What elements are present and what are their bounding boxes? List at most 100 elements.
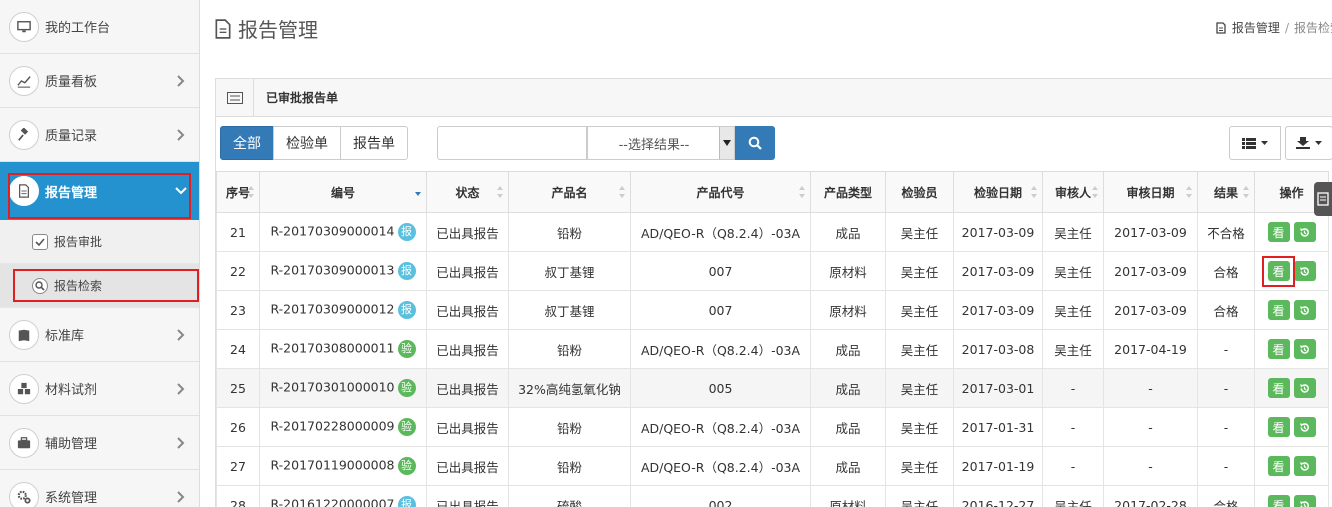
result-select[interactable]: --选择结果-- [587, 126, 735, 160]
breadcrumb-link[interactable]: 报告管理 [1232, 19, 1280, 36]
view-button[interactable]: 看 [1267, 456, 1290, 476]
chevron-right-icon [177, 382, 185, 395]
table-cell-idate: 2017-03-08 [953, 329, 1043, 369]
table-row: 27 R-20170119000008 验已出具报告 铅粉 AD/QEO-R（Q8.2.… [216, 446, 1329, 486]
sidebar-item-quality-board[interactable]: 质量看板 [0, 54, 199, 108]
column-header[interactable]: 产品名 [508, 171, 631, 213]
type-badge: 报 [397, 262, 416, 280]
search-input[interactable] [437, 126, 587, 160]
side-panel-toggle[interactable] [1314, 182, 1332, 216]
sidebar-item-materials[interactable]: 材料试剂 [0, 362, 199, 416]
check-square-icon [32, 233, 48, 250]
column-header[interactable]: 检验员 [885, 171, 954, 213]
search-icon [32, 277, 48, 294]
table-cell-rdate: 2017-03-09 [1103, 251, 1198, 291]
table-cell-ptype: 原材料 [810, 485, 886, 507]
filter-tabs: 全部 检验单 报告单 [220, 126, 408, 162]
table-cell-pcode: 005 [630, 368, 811, 408]
tab-all[interactable]: 全部 [220, 126, 274, 160]
view-button[interactable]: 看 [1267, 300, 1290, 320]
column-header[interactable]: 检验日期 [953, 171, 1043, 213]
breadcrumb: 报告管理 / 报告检索 [1215, 19, 1332, 36]
history-icon[interactable] [1293, 417, 1316, 437]
column-toggle-button[interactable] [1229, 126, 1281, 160]
type-badge: 报 [397, 496, 416, 507]
table-cell-no: 23 [216, 290, 260, 330]
chart-line-icon [9, 65, 39, 96]
monitor-icon [9, 11, 39, 42]
column-header[interactable]: 产品类型 [810, 171, 886, 213]
history-icon[interactable] [1293, 261, 1316, 281]
table-row: 26 R-20170228000009 验已出具报告 铅粉 AD/QEO-R（Q8.2.… [216, 407, 1329, 447]
history-icon[interactable] [1293, 339, 1316, 359]
type-badge: 报 [397, 301, 416, 319]
history-icon[interactable] [1293, 378, 1316, 398]
sort-icon [799, 186, 805, 198]
table-cell-actions: 看 [1254, 329, 1329, 369]
view-button[interactable]: 看 [1267, 417, 1290, 437]
sort-desc-icon [415, 192, 421, 196]
table-cell-inspector: 吴主任 [885, 368, 954, 408]
book-icon [9, 319, 39, 350]
view-button[interactable]: 看 [1267, 378, 1290, 398]
table-cell-inspector: 吴主任 [885, 485, 954, 507]
table-cell-reviewer: - [1042, 368, 1104, 408]
table-cell-reviewer: 吴主任 [1042, 212, 1104, 252]
sort-icon [1243, 186, 1249, 198]
search-icon [748, 136, 762, 150]
table-cell-no: 25 [216, 368, 260, 408]
table-cell-rdate: 2017-03-09 [1103, 290, 1198, 330]
history-icon[interactable] [1293, 300, 1316, 320]
sidebar-item-label: 我的工作台 [45, 21, 111, 36]
history-icon[interactable] [1293, 222, 1316, 242]
table-cell-result: 不合格 [1197, 212, 1255, 252]
sidebar-item-system[interactable]: 系统管理 [0, 470, 199, 507]
tab-inspection[interactable]: 检验单 [273, 126, 341, 160]
table-cell-actions: 看 [1254, 212, 1329, 252]
view-button[interactable]: 看 [1267, 339, 1290, 359]
column-header[interactable]: 结果 [1197, 171, 1255, 213]
sort-icon [1092, 186, 1098, 198]
history-icon[interactable] [1293, 456, 1316, 476]
sort-icon [619, 186, 625, 198]
table-cell-rdate: - [1103, 407, 1198, 447]
sidebar-item-label: 报告管理 [45, 185, 98, 201]
sidebar-subitem-report-search[interactable]: 报告检索 [0, 264, 199, 308]
sidebar-item-label: 系统管理 [45, 491, 98, 506]
list-icon [1317, 192, 1329, 206]
breadcrumb-separator: / [1284, 20, 1289, 35]
column-header[interactable]: 审核日期 [1103, 171, 1198, 213]
caret-down-icon[interactable] [719, 127, 734, 159]
sidebar-subitem-report-approval[interactable]: 报告审批 [0, 220, 199, 264]
export-button[interactable] [1285, 126, 1332, 160]
sidebar-item-quality-record[interactable]: 质量记录 [0, 108, 199, 162]
table-cell-code: R-20170309000012 报 [259, 290, 427, 330]
column-header[interactable]: 状态 [426, 171, 509, 213]
view-button[interactable]: 看 [1267, 261, 1290, 281]
file-icon [1216, 21, 1226, 34]
column-header[interactable]: 序号 [216, 171, 260, 213]
table-cell-status: 已出具报告 [426, 485, 509, 507]
type-badge: 报 [397, 223, 416, 241]
table-cell-code: R-20170308000011 验 [259, 329, 427, 369]
view-button[interactable]: 看 [1267, 222, 1290, 242]
column-header[interactable]: 编号 [259, 171, 427, 213]
view-button[interactable]: 看 [1267, 495, 1290, 507]
sidebar-item-auxiliary[interactable]: 辅助管理 [0, 416, 199, 470]
sidebar-item-report-management[interactable]: 报告管理 [0, 162, 199, 220]
table-cell-result: 合格 [1197, 251, 1255, 291]
table-cell-actions: 看 [1254, 485, 1329, 507]
search-button[interactable] [735, 126, 775, 160]
table-cell-idate: 2017-03-09 [953, 290, 1043, 330]
column-header[interactable]: 审核人 [1042, 171, 1104, 213]
sidebar-item-label: 辅助管理 [45, 437, 98, 452]
column-header[interactable]: 产品代号 [630, 171, 811, 213]
type-badge: 验 [397, 379, 416, 397]
table-cell-inspector: 吴主任 [885, 212, 954, 252]
sidebar-item-standards[interactable]: 标准库 [0, 308, 199, 362]
table-cell-reviewer: - [1042, 446, 1104, 486]
sidebar-item-workbench[interactable]: 我的工作台 [0, 0, 199, 54]
table-row: 21 R-20170309000014 报已出具报告 铅粉 AD/QEO-R（Q8.2.… [216, 212, 1329, 252]
history-icon[interactable] [1293, 495, 1316, 507]
tab-report[interactable]: 报告单 [340, 126, 408, 160]
